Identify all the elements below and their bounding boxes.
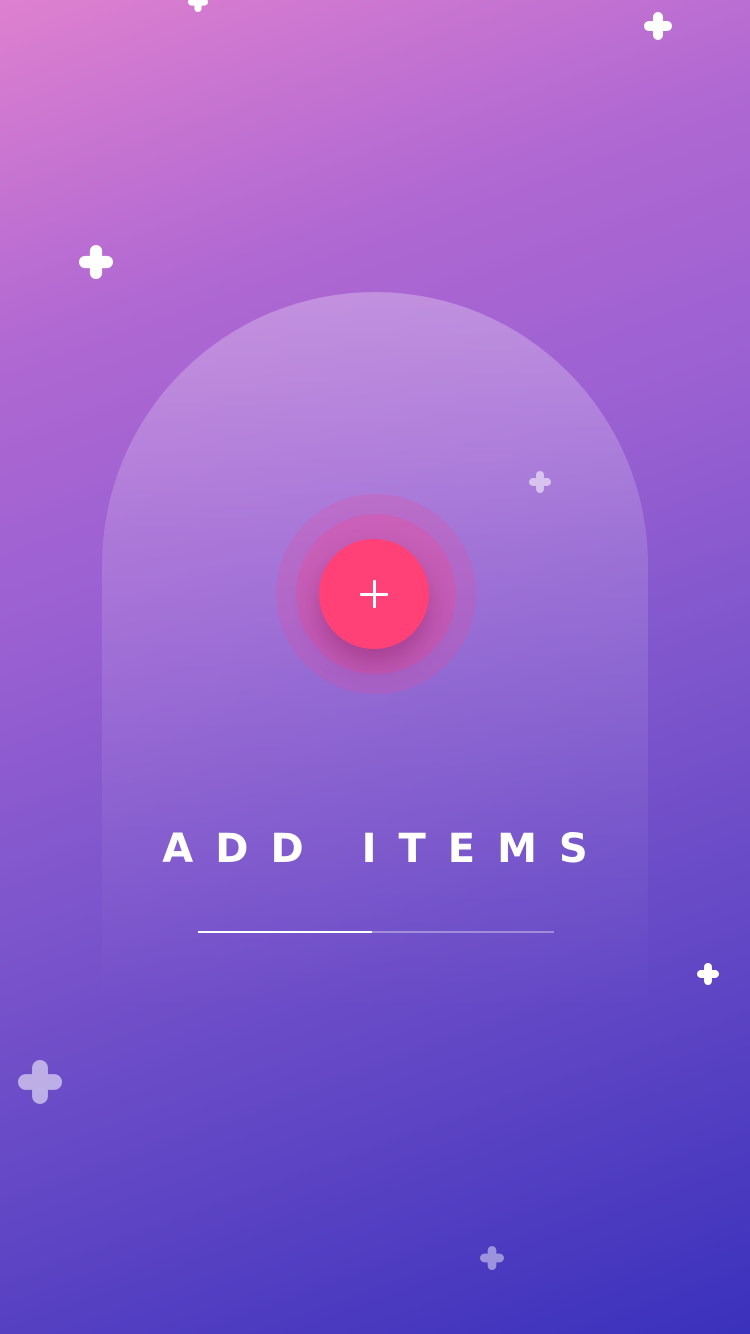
sparkle-icon (697, 963, 719, 985)
sparkle-icon (480, 1246, 504, 1270)
sparkle-icon (644, 12, 672, 40)
sparkle-icon (18, 1060, 62, 1104)
page-title: ADD ITEMS (162, 826, 610, 872)
sparkle-icon (187, 0, 209, 12)
sparkle-icon (79, 245, 113, 279)
progress-bar (198, 931, 554, 933)
sparkle-icon (529, 471, 551, 493)
progress-bar-fill (198, 931, 373, 933)
add-item-button[interactable] (319, 539, 429, 649)
